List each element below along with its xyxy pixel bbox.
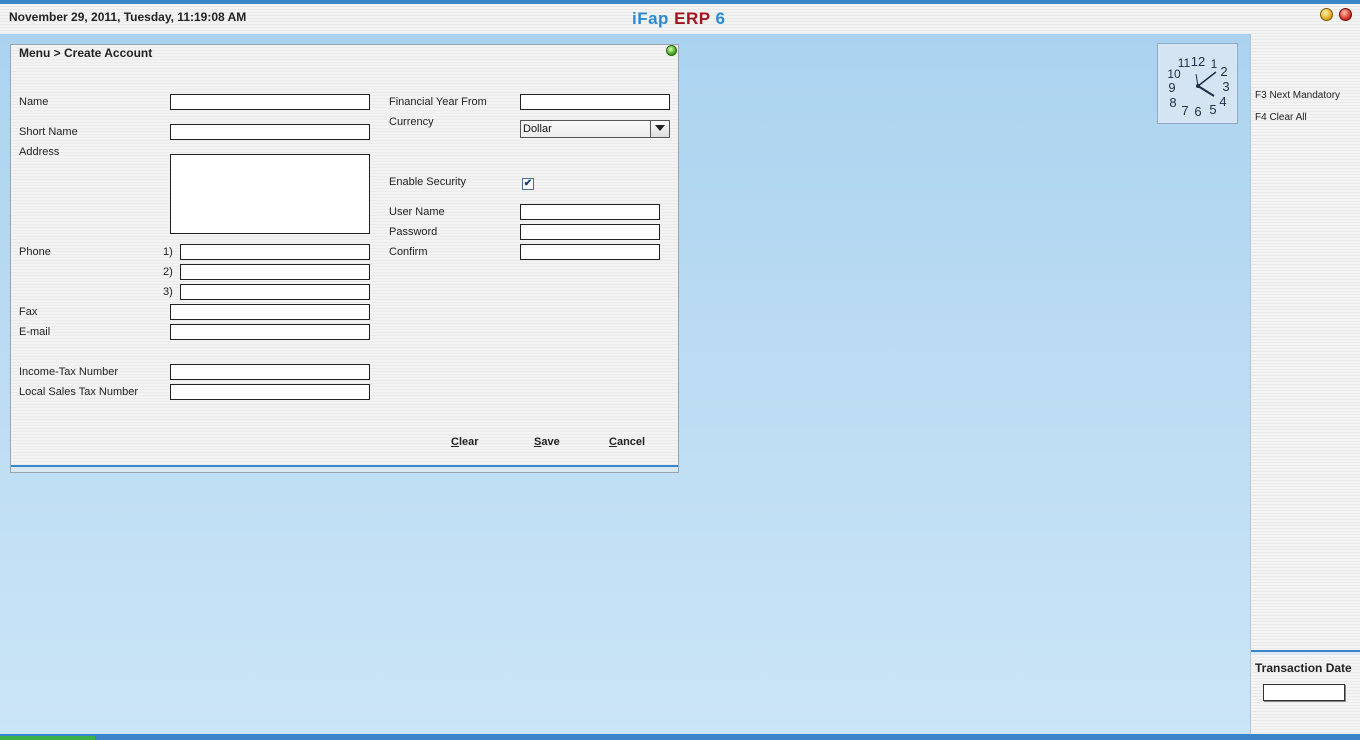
cancel-button[interactable]: Cancel [609,436,645,448]
taskbar-indicator [0,736,95,740]
currency-label: Currency [389,116,434,128]
bottom-bar [0,734,1360,740]
clear-button-label: lear [458,436,479,448]
panel-bottom-border [11,465,678,472]
close-icon[interactable] [1339,8,1352,21]
financial-year-from-input[interactable] [520,94,670,110]
save-button[interactable]: Save [534,436,560,448]
create-account-panel: Menu > Create Account Name Short Name Ad… [10,44,679,473]
phone-3-input[interactable] [180,284,370,300]
svg-text:9: 9 [1168,80,1175,95]
email-label: E-mail [19,326,51,338]
breadcrumb: Menu > Create Account [19,46,153,60]
app-title-ifap: iFap [632,9,675,28]
right-panel-divider [1251,650,1360,655]
user-name-input[interactable] [520,204,660,220]
clear-button[interactable]: Clear [451,436,479,448]
local-sales-tax-input[interactable] [170,384,370,400]
currency-select[interactable]: Dollar [520,120,670,138]
name-input[interactable] [170,94,370,110]
confirm-label: Confirm [389,246,428,258]
app-title: iFap ERP 6 [632,9,726,29]
svg-text:2: 2 [1220,64,1227,79]
cancel-button-mnemonic: C [609,436,617,448]
phone-1-input[interactable] [180,244,370,260]
svg-text:6: 6 [1194,104,1201,119]
enable-security-checkbox[interactable]: ✔ [522,178,534,190]
app-title-erp: ERP [674,9,711,28]
financial-year-from-label: Financial Year From [389,96,487,108]
svg-text:11: 11 [1178,56,1191,70]
clear-button-mnemonic: C [451,436,459,448]
phone-2-label: 2) [163,266,173,278]
status-dot-icon[interactable] [666,45,677,56]
enable-security-label: Enable Security [389,176,467,188]
chevron-down-icon[interactable] [650,121,669,137]
top-bar: November 29, 2011, Tuesday, 11:19:08 AM … [0,0,1360,34]
svg-text:5: 5 [1209,102,1216,117]
income-tax-label: Income-Tax Number [19,366,119,378]
svg-text:7: 7 [1181,103,1188,118]
svg-text:12: 12 [1191,54,1205,69]
svg-text:3: 3 [1222,79,1229,94]
right-side-panel: F3 Next Mandatory F4 Clear All Transacti… [1250,34,1360,740]
phone-2-input[interactable] [180,264,370,280]
app-title-version: 6 [710,9,726,28]
clock-icon: 12 1 2 3 4 5 6 7 8 9 10 11 [1158,44,1237,123]
user-name-label: User Name [389,206,445,218]
svg-text:8: 8 [1169,95,1176,110]
short-name-input[interactable] [170,124,370,140]
phone-label: Phone [19,246,51,258]
shortcut-f3: F3 Next Mandatory [1255,90,1341,101]
password-input[interactable] [520,224,660,240]
phone-1-label: 1) [163,246,173,258]
currency-value: Dollar [523,123,552,135]
confirm-password-input[interactable] [520,244,660,260]
cancel-button-label: ancel [616,436,646,448]
phone-3-label: 3) [163,286,173,298]
name-label: Name [19,96,49,108]
transaction-date-input[interactable] [1263,684,1345,701]
fax-label: Fax [19,306,38,318]
address-label: Address [19,146,60,158]
svg-text:4: 4 [1219,94,1226,109]
income-tax-input[interactable] [170,364,370,380]
password-label: Password [389,226,438,238]
save-button-label: ave [541,436,560,448]
svg-text:1: 1 [1211,57,1218,71]
short-name-label: Short Name [19,126,78,138]
local-sales-tax-label: Local Sales Tax Number [19,386,139,398]
shortcut-f4: F4 Clear All [1255,112,1307,123]
transaction-date-label: Transaction Date [1255,661,1352,675]
current-datetime: November 29, 2011, Tuesday, 11:19:08 AM [9,10,247,24]
email-input[interactable] [170,324,370,340]
minimize-icon[interactable] [1320,8,1333,21]
fax-input[interactable] [170,304,370,320]
address-textarea[interactable] [170,154,370,234]
